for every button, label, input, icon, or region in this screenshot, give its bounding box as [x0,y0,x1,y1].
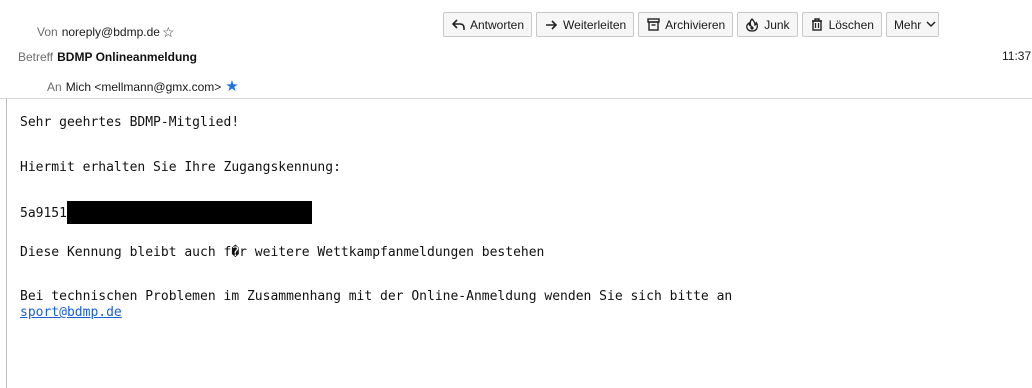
forward-label: Weiterleiten [563,17,627,32]
from-address[interactable]: noreply@bdmp.de [62,24,160,40]
delete-button[interactable]: Löschen [801,12,882,37]
redaction-bar [66,201,312,224]
support-email-link[interactable]: sport@bdmp.de [20,305,122,320]
intro-line: Hiermit erhalten Sie Ihre Zugangskennung… [20,160,341,175]
greeting-line: Sehr geehrtes BDMP-Mitglied! [20,115,240,130]
junk-button[interactable]: Junk [737,12,798,37]
chevron-down-icon [924,18,938,32]
reply-icon [451,18,465,32]
from-label: Von [37,25,58,39]
access-code-visible: 5a9151 [20,206,67,221]
more-label: Mehr [893,17,922,32]
reply-label: Antworten [470,17,525,32]
flame-icon [745,17,759,32]
support-line: Bei technischen Problemen im Zusammenhan… [20,289,733,304]
star-outline-icon[interactable]: ☆ [162,25,175,39]
more-button[interactable]: Mehr [885,12,940,37]
validity-line: Diese Kennung bleibt auch f�r weitere We… [20,245,545,260]
reply-button[interactable]: Antworten [443,12,533,37]
to-address[interactable]: Mich <mellmann@gmx.com> [66,79,222,95]
support-link-line: sport@bdmp.de [20,305,122,321]
subject-row: Betreff BDMP Onlineanmeldung [18,49,197,65]
forward-icon [544,18,558,32]
forward-button[interactable]: Weiterleiten [536,12,635,37]
subject-value: BDMP Onlineanmeldung [57,50,197,64]
message-body: Sehr geehrtes BDMP-Mitglied! Hiermit erh… [20,115,732,320]
archive-icon [646,18,660,32]
message-time: 11:37 [1002,49,1032,63]
content-left-border [6,99,7,388]
message-header: Von noreply@bdmp.de ☆ Betreff BDMP Onlin… [0,0,1032,99]
to-label: An [47,80,62,94]
subject-label: Betreff [18,50,54,64]
trash-icon [810,18,824,32]
from-row: Von noreply@bdmp.de ☆ [37,24,175,40]
archive-label: Archivieren [665,17,726,32]
star-filled-icon[interactable]: ★ [225,79,238,94]
junk-label: Junk [764,17,790,32]
to-row: An Mich <mellmann@gmx.com> ★ [47,79,239,95]
delete-label: Löschen [828,17,874,32]
message-toolbar: Antworten Weiterleiten Archivieren Junk … [443,12,940,39]
code-line: 5a9151 [20,201,312,225]
archive-button[interactable]: Archivieren [638,12,734,37]
